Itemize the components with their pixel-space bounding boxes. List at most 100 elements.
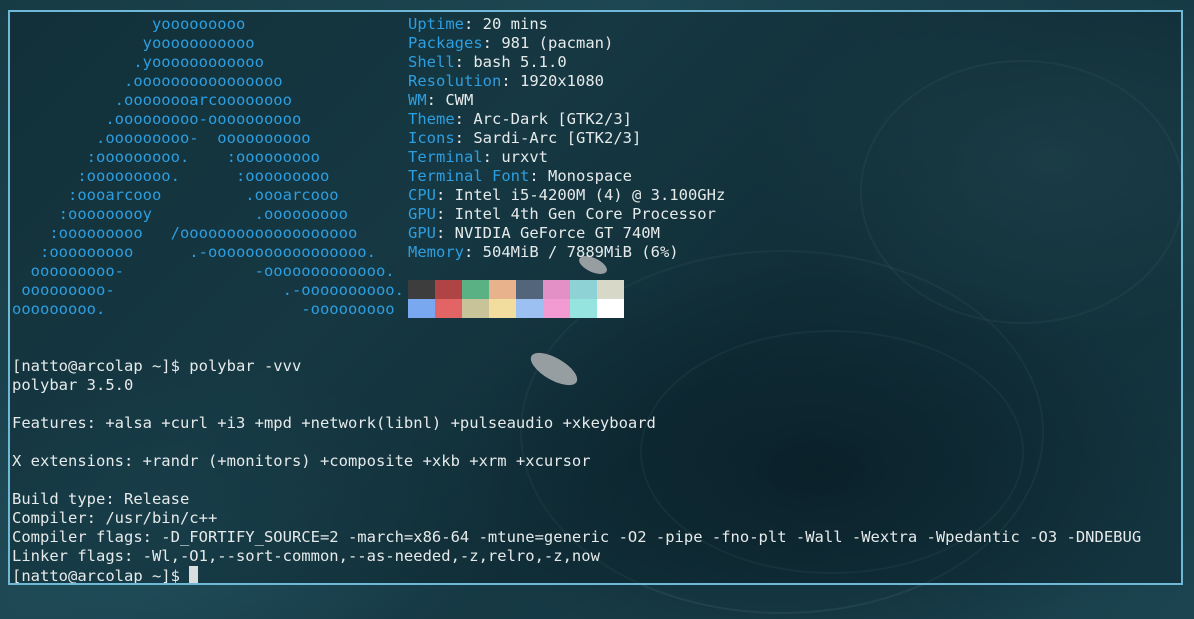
- info-wm: WM: CWM: [408, 91, 725, 110]
- info-key: Icons: [408, 129, 455, 147]
- info-key: GPU: [408, 224, 436, 242]
- shell-output-line: Compiler flags: -D_FORTIFY_SOURCE=2 -mar…: [12, 528, 1142, 546]
- logo-line: .yoooooooooooo: [12, 53, 264, 71]
- palette-row-bright: [408, 299, 624, 318]
- info-key: Shell: [408, 53, 455, 71]
- info-key: Terminal Font: [408, 167, 530, 185]
- info-separator: :: [436, 186, 455, 204]
- color-swatch: [462, 299, 489, 318]
- logo-line: :ooooooooo. :ooooooooo: [12, 167, 330, 185]
- shell-output-line: [12, 471, 1141, 490]
- shell-output-line: Compiler: /usr/bin/c++: [12, 509, 218, 527]
- shell-command-line: [natto@arcolap ~]$ polybar -vvv: [12, 357, 302, 375]
- color-swatch: [570, 280, 597, 299]
- info-separator: :: [436, 224, 455, 242]
- info-value: Sardi-Arc [GTK2/3]: [473, 129, 642, 147]
- info-terminal: Terminal: urxvt: [408, 148, 725, 167]
- info-separator: :: [426, 91, 446, 109]
- info-value: Intel i5-4200M (4) @ 3.100GHz: [454, 186, 726, 204]
- info-separator: :: [501, 72, 520, 90]
- info-value: bash 5.1.0: [473, 53, 567, 71]
- info-resolution: Resolution: 1920x1080: [408, 72, 725, 91]
- info-key: Terminal: [408, 148, 483, 166]
- color-swatch: [435, 280, 462, 299]
- color-swatch: [489, 299, 516, 318]
- text-cursor: [189, 566, 199, 583]
- info-value: 1920x1080: [520, 72, 604, 90]
- info-gpu: GPU: Intel 4th Gen Core Processor: [408, 205, 725, 224]
- logo-line: :ooooooooy .ooooooooo: [12, 205, 348, 223]
- logo-line: yooooooooooo: [12, 34, 255, 52]
- info-key: GPU: [408, 205, 436, 223]
- logo-line: ooooooooo- .-oooooooooo.: [12, 281, 404, 299]
- terminal-window[interactable]: yooooooooo yooooooooooo .yoooooooooooo .…: [8, 10, 1183, 585]
- color-swatch: [543, 280, 570, 299]
- info-key: CPU: [408, 186, 436, 204]
- logo-line: :ooooooooo. :ooooooooo: [12, 148, 320, 166]
- info-separator: :: [529, 167, 548, 185]
- info-separator: :: [454, 129, 474, 147]
- info-packages: Packages: 981 (pacman): [408, 34, 725, 53]
- info-terminal-font: Terminal Font: Monospace: [408, 167, 725, 186]
- info-key: Resolution: [408, 72, 502, 90]
- shell-output-line: [12, 395, 1141, 414]
- info-separator: :: [482, 34, 502, 52]
- logo-line: :ooooooooo .-ooooooooooooooooo.: [12, 243, 376, 261]
- logo-line: .ooooooooo- oooooooooo: [12, 129, 311, 147]
- shell-output-line: Features: +alsa +curl +i3 +mpd +network(…: [12, 414, 656, 432]
- color-swatch: [435, 299, 462, 318]
- info-value: urxvt: [501, 148, 548, 166]
- logo-line: :ooooooooo /ooooooooooooooooooo: [12, 224, 358, 242]
- color-palette: [408, 280, 624, 318]
- color-swatch: [543, 299, 570, 318]
- color-swatch: [597, 299, 624, 318]
- info-uptime: Uptime: 20 mins: [408, 15, 725, 34]
- info-separator: :: [436, 205, 455, 223]
- shell-output-line: X extensions: +randr (+monitors) +compos…: [12, 452, 591, 470]
- info-gpu: GPU: NVIDIA GeForce GT 740M: [408, 224, 725, 243]
- color-swatch: [570, 299, 597, 318]
- logo-line: .oooooooooooooooo: [12, 72, 283, 90]
- shell-output-line: [12, 433, 1141, 452]
- color-swatch: [489, 280, 516, 299]
- color-swatch: [462, 280, 489, 299]
- logo-line: yooooooooo: [12, 15, 246, 33]
- info-key: Memory: [408, 243, 464, 261]
- shell-output-line: Linker flags: -Wl,-O1,--sort-common,--as…: [12, 547, 600, 565]
- info-value: Intel 4th Gen Core Processor: [454, 205, 716, 223]
- info-shell: Shell: bash 5.1.0: [408, 53, 725, 72]
- color-swatch: [597, 280, 624, 299]
- color-swatch: [408, 299, 435, 318]
- info-separator: :: [454, 110, 474, 128]
- shell-prompt-line[interactable]: [natto@arcolap ~]$: [12, 566, 1141, 585]
- info-theme: Theme: Arc-Dark [GTK2/3]: [408, 110, 725, 129]
- info-separator: :: [482, 148, 502, 166]
- info-value: Monospace: [548, 167, 632, 185]
- logo-line: .ooooooooo-oooooooooo: [12, 110, 302, 128]
- color-swatch: [516, 280, 543, 299]
- color-swatch: [408, 280, 435, 299]
- info-value: 981 (pacman): [501, 34, 614, 52]
- info-separator: :: [454, 53, 474, 71]
- shell-output-line: polybar 3.5.0: [12, 376, 134, 394]
- info-memory: Memory: 504MiB / 7889MiB (6%): [408, 243, 725, 262]
- logo-line: :oooarcooo .oooarcooo: [12, 186, 339, 204]
- logo-line: .oooooooarcoooooooo: [12, 91, 292, 109]
- info-key: Packages: [408, 34, 483, 52]
- info-icons: Icons: Sardi-Arc [GTK2/3]: [408, 129, 725, 148]
- info-separator: :: [464, 243, 483, 261]
- logo-line: ooooooooo. -ooooooooo: [12, 300, 395, 318]
- info-key: Uptime: [408, 15, 464, 33]
- shell-output: [natto@arcolap ~]$ polybar -vvv polybar …: [12, 357, 1142, 585]
- shell-output-line: Build type: Release: [12, 490, 190, 508]
- shell-prompt: [natto@arcolap ~]$: [12, 567, 190, 585]
- info-value: Arc-Dark [GTK2/3]: [473, 110, 632, 128]
- info-value: CWM: [445, 91, 474, 109]
- logo-line: ooooooooo- -ooooooooooooo.: [12, 262, 395, 280]
- info-cpu: CPU: Intel i5-4200M (4) @ 3.100GHz: [408, 186, 725, 205]
- system-info-list: Uptime: 20 mins Packages: 981 (pacman) S…: [408, 15, 725, 262]
- info-value: 20 mins: [482, 15, 548, 33]
- info-key: WM: [408, 91, 427, 109]
- info-value: NVIDIA GeForce GT 740M: [454, 224, 660, 242]
- info-key: Theme: [408, 110, 455, 128]
